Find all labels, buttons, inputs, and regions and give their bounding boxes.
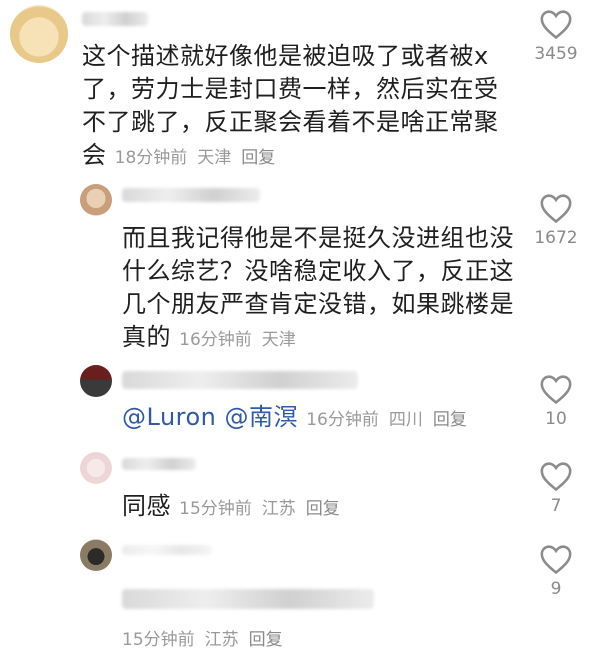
comment-4: 同感 15分钟前 江苏 回复 7: [0, 448, 600, 538]
mention-link[interactable]: @南溟: [225, 403, 299, 431]
avatar[interactable]: [80, 452, 112, 484]
comment-location: 江苏: [261, 499, 296, 519]
like-count: 10: [545, 409, 567, 429]
like-button[interactable]: 1672: [526, 192, 586, 248]
avatar[interactable]: [10, 5, 68, 63]
username-blurred[interactable]: [122, 371, 358, 389]
comment-1: 这个描述就好像他是被迫吸了或者被x 了，劳力士是封口费一样，然后实在受 不了跳了…: [0, 0, 600, 180]
comment-time: 15分钟前: [179, 499, 252, 519]
avatar[interactable]: [80, 184, 112, 216]
comment-line: 几个朋友严查肯定没错，如果跳楼是: [122, 290, 514, 318]
avatar[interactable]: [80, 539, 112, 571]
like-button[interactable]: 10: [526, 373, 586, 429]
comment-time: 15分钟前: [122, 630, 195, 650]
comment-line: 而且我记得他是不是挺久没进组也没: [122, 224, 514, 252]
comment-location: 天津: [197, 148, 232, 168]
mention-link[interactable]: @Luron: [122, 403, 216, 431]
reply-button[interactable]: 回复: [433, 410, 467, 430]
comment-3: @Luron @南溟 16分钟前 四川 回复 10: [0, 355, 600, 455]
reply-button[interactable]: 回复: [241, 148, 275, 168]
comment-text: 而且我记得他是不是挺久没进组也没 什么综艺？没啥稳定收入了，反正这 几个朋友严查…: [122, 222, 522, 357]
comment-2: 而且我记得他是不是挺久没进组也没 什么综艺？没啥稳定收入了，反正这 几个朋友严查…: [0, 180, 600, 351]
heart-icon: [540, 462, 572, 492]
like-count: 9: [550, 579, 562, 599]
comment-text: @Luron @南溟 16分钟前 四川 回复: [122, 401, 522, 437]
comment-line: 了，劳力士是封口费一样，然后实在受: [82, 75, 499, 103]
comment-text: 这个描述就好像他是被迫吸了或者被x 了，劳力士是封口费一样，然后实在受 不了跳了…: [82, 40, 552, 175]
heart-icon: [540, 375, 572, 405]
like-count: 3459: [534, 44, 578, 64]
username-blurred[interactable]: [82, 12, 148, 26]
username-blurred[interactable]: [122, 188, 260, 202]
avatar[interactable]: [80, 365, 112, 397]
like-count: 1672: [534, 228, 578, 248]
reply-button[interactable]: 回复: [306, 499, 340, 519]
comment-text: 同感 15分钟前 江苏 回复: [122, 490, 522, 526]
reply-button[interactable]: 回复: [249, 630, 283, 650]
like-count: 7: [550, 496, 562, 516]
comment-line: 这个描述就好像他是被迫吸了或者被x: [82, 42, 489, 70]
comment-5: 15分钟前 江苏 回复 9: [0, 535, 600, 668]
comment-line: 同感: [122, 492, 171, 520]
comment-line: 什么综艺？没啥稳定收入了，反正这: [122, 257, 514, 285]
comment-line: 真的: [122, 323, 171, 351]
username-blurred[interactable]: [122, 458, 196, 470]
comment-location: 江苏: [204, 630, 239, 650]
comment-time: 16分钟前: [179, 330, 252, 350]
comment-time: 16分钟前: [306, 410, 379, 430]
like-button[interactable]: 3459: [526, 8, 586, 64]
heart-icon: [540, 194, 572, 224]
heart-icon: [540, 545, 572, 575]
comment-line: 会: [82, 141, 107, 169]
comment-time: 18分钟前: [114, 148, 188, 168]
comment-line: 不了跳了，反正聚会看着不是啥正常聚: [82, 108, 499, 136]
comment-text-blurred: [122, 589, 374, 609]
comment-meta: 15分钟前 江苏 回复: [122, 625, 293, 650]
comment-location: 天津: [261, 330, 296, 350]
like-button[interactable]: 7: [526, 460, 586, 516]
heart-icon: [540, 10, 572, 40]
comment-location: 四川: [388, 410, 423, 430]
username-blurred[interactable]: [122, 545, 212, 555]
like-button[interactable]: 9: [526, 543, 586, 599]
